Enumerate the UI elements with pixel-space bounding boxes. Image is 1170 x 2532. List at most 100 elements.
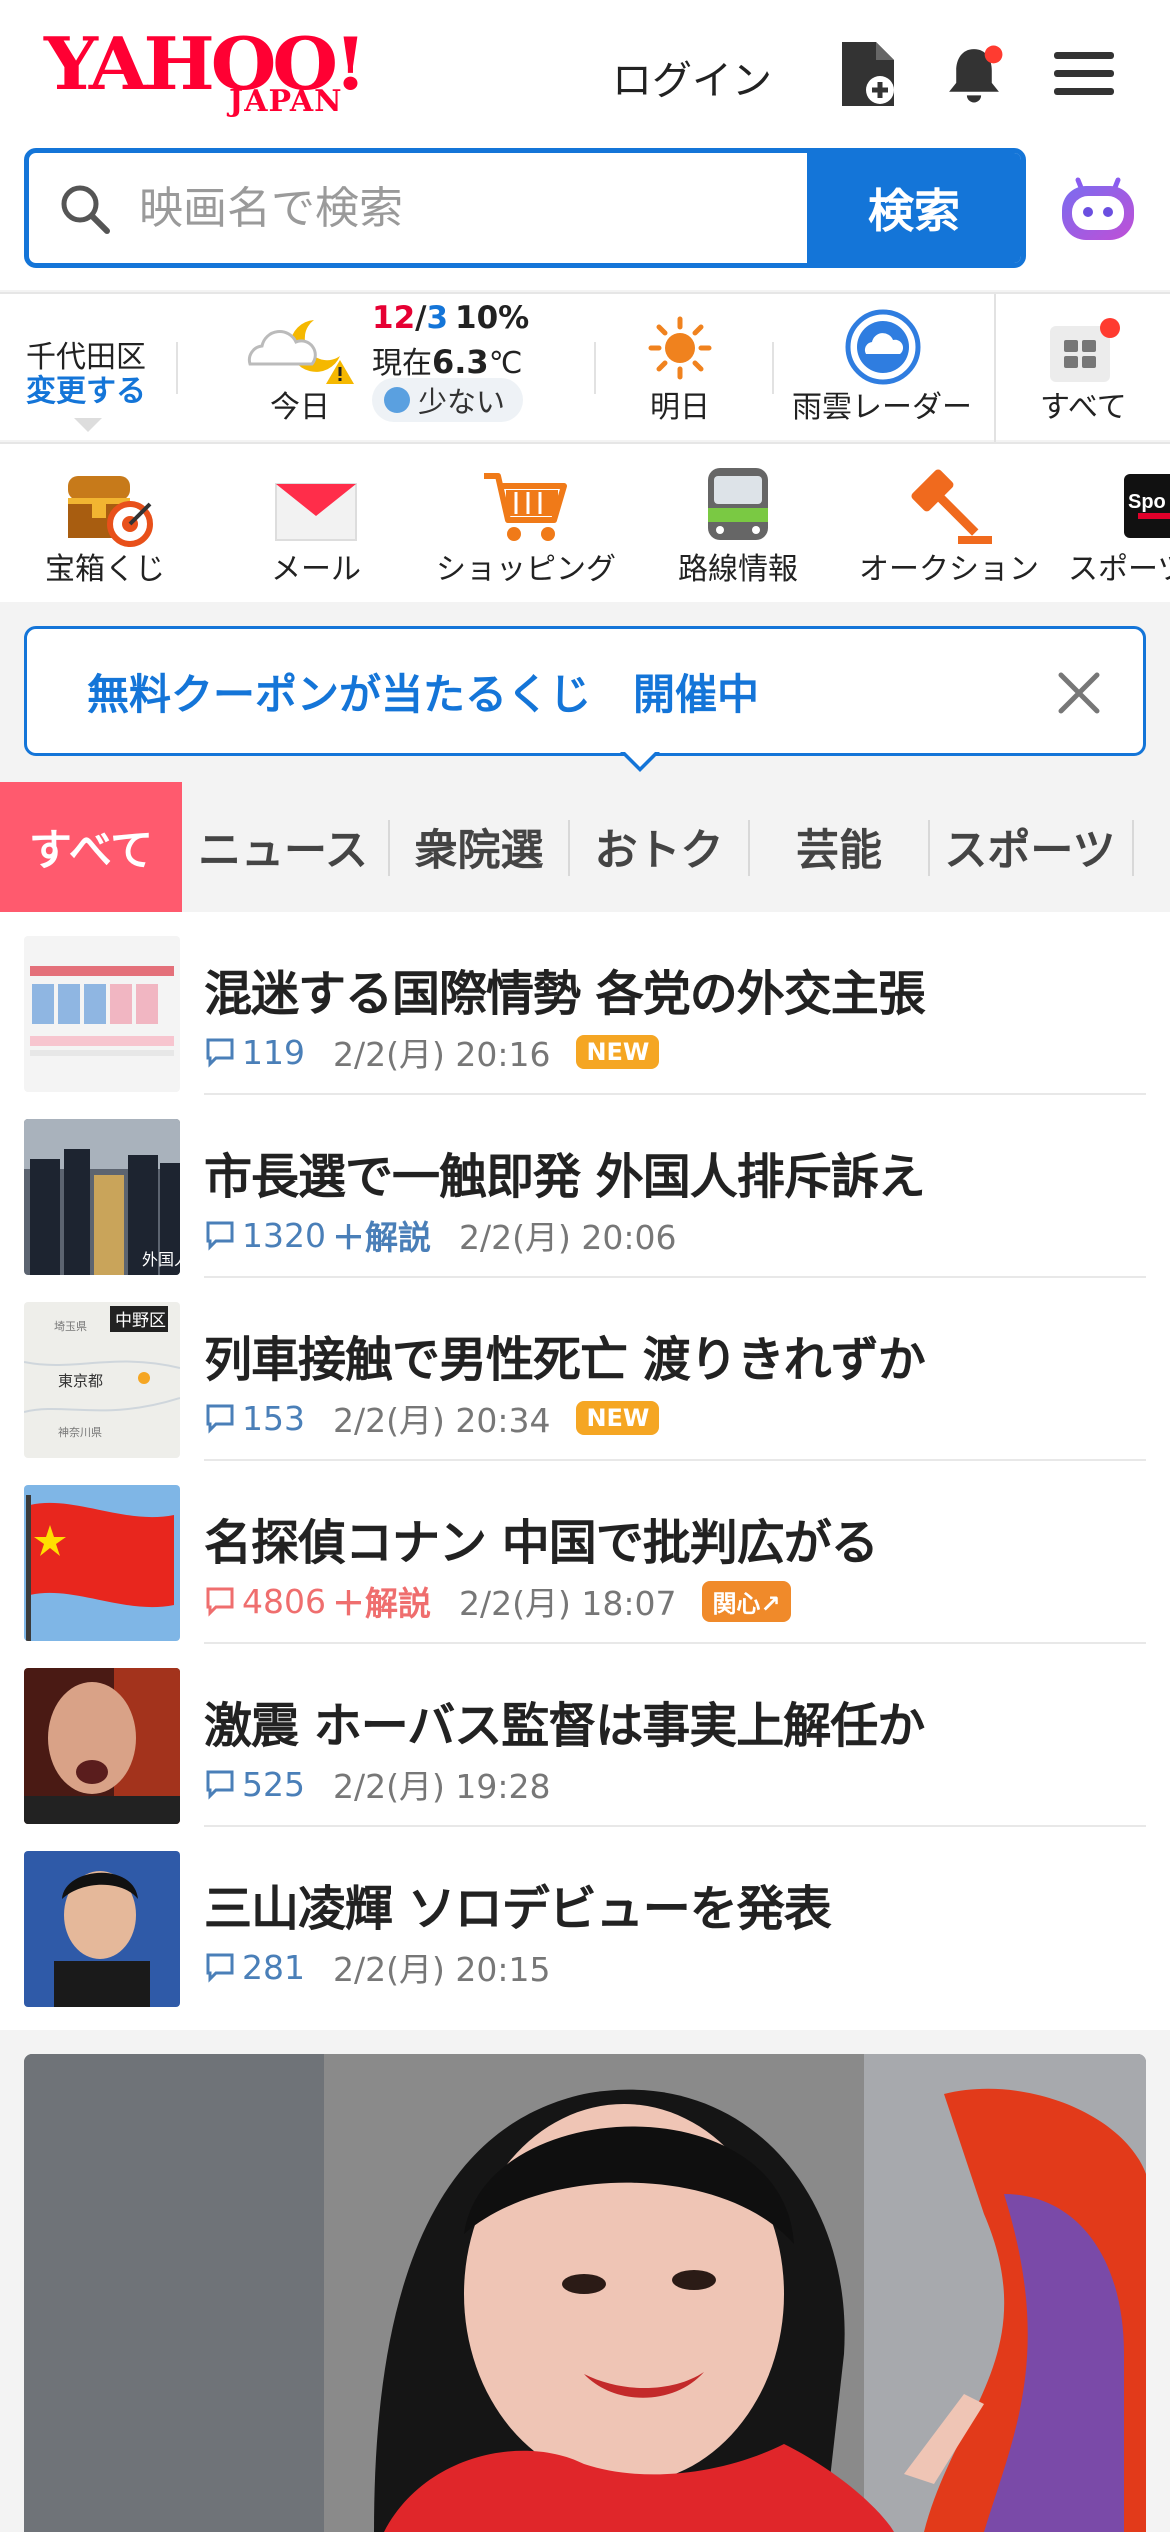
map-city-label: 東京都 xyxy=(58,1372,103,1390)
news-meta: 119 2/2(月) 20:16 NEW xyxy=(204,1028,660,1076)
document-add-icon[interactable] xyxy=(836,38,900,110)
news-thumbnail xyxy=(24,1851,180,2007)
comment-count[interactable]: 1320 xyxy=(204,1216,326,1255)
news-item[interactable]: 三山凌輝 ソロデビューを発表 281 2/2(月) 20:15 xyxy=(0,1827,1170,2010)
comment-count[interactable]: 153 xyxy=(204,1399,305,1438)
tab-sports[interactable]: スポーツ xyxy=(930,782,1130,912)
new-badge: NEW xyxy=(576,1401,660,1435)
all-services-icon[interactable] xyxy=(1048,318,1120,382)
rain-radar-icon[interactable] xyxy=(844,308,922,386)
coupon-banner[interactable]: 無料クーポンが当たるくじ 開催中 xyxy=(24,626,1146,756)
svg-text:Spo: Spo xyxy=(1128,491,1166,513)
news-title[interactable]: 名探偵コナン 中国で批判広がる xyxy=(204,1503,879,1573)
now-unit: ℃ xyxy=(488,346,523,381)
divider xyxy=(772,342,774,394)
news-date: 2/2(月) 20:34 xyxy=(333,1401,551,1440)
service-label: スポーツ xyxy=(1068,552,1170,587)
news-title[interactable]: 激震 ホーバス監督は事実上解任か xyxy=(204,1686,925,1756)
comment-number: 281 xyxy=(242,1947,305,1987)
service-label: オークション xyxy=(859,552,1039,587)
news-title[interactable]: 市長選で一触即発 外国人排斥訴え xyxy=(204,1137,926,1207)
comment-count[interactable]: 119 xyxy=(204,1033,305,1072)
change-location-link[interactable]: 変更する xyxy=(26,366,146,410)
search-input[interactable] xyxy=(139,173,819,243)
sports-icon: Spo xyxy=(1124,474,1170,538)
comment-icon xyxy=(206,1770,234,1800)
map-area-label: 中野区 xyxy=(115,1311,166,1331)
service-label: メール xyxy=(271,552,361,587)
news-date: 2/2(月) 19:28 xyxy=(333,1767,551,1806)
banner-pointer-inner xyxy=(623,750,657,767)
bell-icon[interactable] xyxy=(942,38,1006,110)
service-label: 宝箱くじ xyxy=(45,552,165,587)
pollen-level: 少ない xyxy=(418,385,506,419)
comment-count[interactable]: 525 xyxy=(204,1765,305,1804)
now-temp: 6.3 xyxy=(432,343,489,381)
all-services-label: すべて xyxy=(1040,390,1127,425)
service-mail[interactable]: メール xyxy=(236,444,396,604)
ai-assistant-icon[interactable] xyxy=(1056,166,1140,250)
news-date: 2/2(月) 18:07 xyxy=(458,1584,677,1623)
news-item[interactable]: 混迷する国際情勢 各党の外交主張 119 2/2(月) 20:16 NEW xyxy=(0,912,1170,1095)
cloudy-moon-icon[interactable] xyxy=(240,312,360,392)
tab-deals[interactable]: おトク xyxy=(570,782,748,912)
new-badge: NEW xyxy=(576,1035,660,1069)
news-thumbnail xyxy=(24,1485,180,1641)
search-button[interactable]: 検索 xyxy=(807,153,1021,263)
comment-count[interactable]: 281 xyxy=(204,1948,305,1987)
news-item[interactable]: 激震 ホーバス監督は事実上解任か 525 2/2(月) 19:28 xyxy=(0,1644,1170,1827)
train-icon xyxy=(708,468,768,540)
rain-radar-label: 雨雲レーダー xyxy=(792,390,972,425)
login-link[interactable]: ログイン xyxy=(612,48,772,106)
news-item[interactable]: 外国人 市長選で一触即発 外国人排斥訴え 1320 ＋解説 2/2(月) 20:… xyxy=(0,1095,1170,1278)
commentary-label[interactable]: ＋解説 xyxy=(332,1577,431,1625)
news-meta: 1320 ＋解説 2/2(月) 20:06 xyxy=(204,1211,676,1259)
news-list: 混迷する国際情勢 各党の外交主張 119 2/2(月) 20:16 NEW 外国… xyxy=(0,912,1170,2030)
news-title[interactable]: 三山凌輝 ソロデビューを発表 xyxy=(204,1869,832,1939)
tab-all[interactable]: すべて xyxy=(0,782,182,912)
location-caret xyxy=(74,418,102,432)
commentary-label[interactable]: ＋解説 xyxy=(332,1211,431,1259)
comment-count[interactable]: 4806 xyxy=(204,1582,326,1621)
news-date: 2/2(月) 20:16 xyxy=(333,1035,551,1074)
service-shopping[interactable]: ショッピング xyxy=(430,444,622,604)
news-item[interactable]: 名探偵コナン 中国で批判広がる 4806 ＋解説 2/2(月) 18:07 関心… xyxy=(0,1461,1170,1644)
news-meta: 153 2/2(月) 20:34 NEW xyxy=(204,1394,660,1442)
treasure-box-icon xyxy=(68,476,153,547)
shopping-cart-icon xyxy=(484,473,567,541)
news-title[interactable]: 列車接触で男性死亡 渡りきれずか xyxy=(204,1320,926,1390)
comment-icon xyxy=(206,1953,234,1983)
service-sports[interactable]: Spo スポーツ xyxy=(1068,444,1170,604)
menu-icon[interactable] xyxy=(1052,38,1116,110)
comment-number: 525 xyxy=(242,1764,305,1804)
news-item[interactable]: 中野区 東京都 埼玉県 神奈川県 列車接触で男性死亡 渡りきれずか 153 2/… xyxy=(0,1278,1170,1461)
services-row: 宝箱くじ メール ショッピング 路線情報 オークション Spo スポー xyxy=(0,442,1170,602)
comment-number: 119 xyxy=(242,1032,305,1072)
pollen-badge[interactable]: 少ない xyxy=(372,378,524,422)
weather-bar: 千代田区 変更する 今日 12/3 10% 現在6.3℃ 少ない 明日 雨雲レー… xyxy=(0,292,1170,442)
close-icon[interactable] xyxy=(1049,663,1109,723)
sunny-icon[interactable] xyxy=(648,316,712,380)
comment-icon xyxy=(206,1221,234,1251)
mail-icon xyxy=(275,483,357,541)
category-tabs: すべて ニュース 衆院選 おトク 芸能 スポーツ xyxy=(0,782,1170,912)
pollen-dot-icon xyxy=(384,387,410,413)
service-transit[interactable]: 路線情報 xyxy=(658,444,818,604)
news-title[interactable]: 混迷する国際情勢 各党の外交主張 xyxy=(204,954,926,1024)
tab-news[interactable]: ニュース xyxy=(190,782,376,912)
news-date: 2/2(月) 20:06 xyxy=(458,1218,677,1257)
news-thumbnail xyxy=(24,1668,180,1824)
service-auction[interactable]: オークション xyxy=(854,444,1044,604)
tab-entertainment[interactable]: 芸能 xyxy=(750,782,928,912)
service-takarabako[interactable]: 宝箱くじ xyxy=(20,444,190,604)
divider xyxy=(176,342,178,394)
now-prefix: 現在 xyxy=(372,346,432,381)
yahoo-japan-logo[interactable]: YAHOO! JAPAN xyxy=(44,28,374,120)
header: YAHOO! JAPAN ログイン 検索 xyxy=(0,0,1170,290)
page: YAHOO! JAPAN ログイン 検索 xyxy=(0,0,1170,2532)
news-thumbnail: 中野区 東京都 埼玉県 神奈川県 xyxy=(24,1302,180,1458)
tab-election[interactable]: 衆院選 xyxy=(390,782,568,912)
feature-photo[interactable] xyxy=(24,2054,1146,2532)
divider xyxy=(994,294,996,442)
rain-chance: 10% xyxy=(455,300,530,336)
